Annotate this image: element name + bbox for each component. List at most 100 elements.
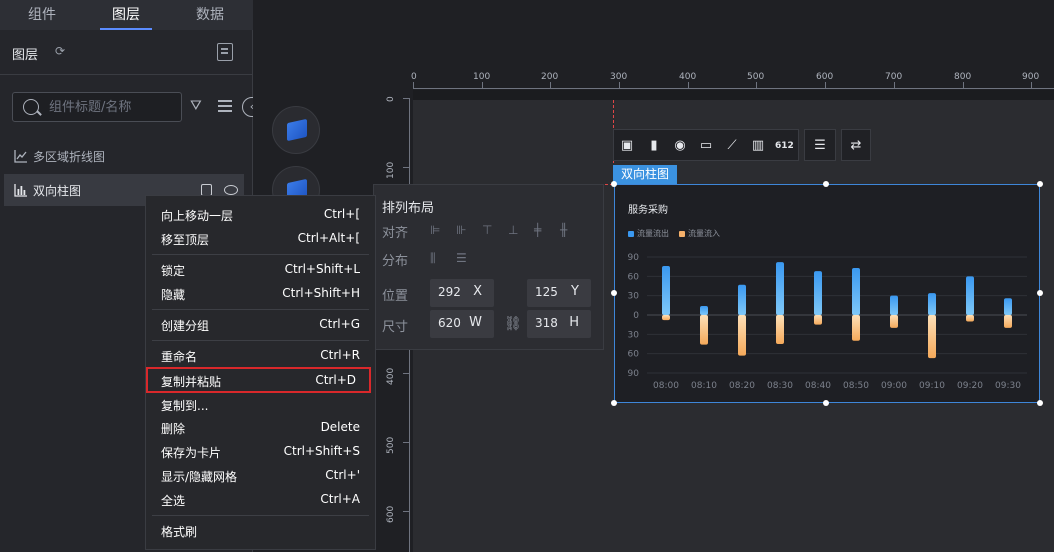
y-tick-label: 0 <box>633 311 639 321</box>
size-width-input[interactable]: 620 W <box>430 310 494 338</box>
line-chart-icon <box>14 149 28 163</box>
x-tick-label: 08:30 <box>767 381 793 391</box>
menu-item-duplicate[interactable]: 复制并粘贴 Ctrl+D <box>146 367 371 393</box>
ruler-top-tick <box>756 82 757 88</box>
resize-handle[interactable] <box>1037 400 1043 406</box>
database-button[interactable]: ☰ <box>804 129 836 161</box>
menu-item-lock[interactable]: 锁定 Ctrl+Shift+L <box>146 258 375 280</box>
resize-handle[interactable] <box>1037 290 1043 296</box>
menu-divider <box>152 515 369 516</box>
ruler-top-tick-label: 800 <box>954 72 972 82</box>
size-height-input[interactable]: 318 H <box>527 310 591 338</box>
x-tick-label: 08:40 <box>805 381 831 391</box>
menu-item-create-group[interactable]: 创建分组 Ctrl+G <box>146 313 375 335</box>
menu-item-delete[interactable]: 删除 Delete <box>146 416 375 438</box>
bar-in <box>852 315 860 341</box>
resize-handle[interactable] <box>611 400 617 406</box>
resize-handle[interactable] <box>823 400 829 406</box>
ruler-top-tick-label: 600 <box>816 72 834 82</box>
ruler-left-tick <box>403 167 409 168</box>
ruler-top-tick-label: 100 <box>473 72 491 82</box>
search-icon <box>23 99 39 115</box>
interaction-button[interactable]: ⇄ <box>841 129 871 161</box>
message-icon[interactable]: ▭ <box>697 138 715 154</box>
layer-header: 图层 ⟳ <box>0 30 253 75</box>
bar-chart-icon[interactable]: ▮ <box>645 138 663 154</box>
search-box <box>12 92 182 122</box>
ruler-top-tick <box>963 82 964 88</box>
align-right-icon[interactable]: ⊪ <box>456 224 468 236</box>
layer-item-line-chart[interactable]: 多区域折线图 <box>4 140 244 172</box>
x-tick-label: 08:20 <box>729 381 755 391</box>
column-chart-icon[interactable]: ▥ <box>749 138 767 154</box>
bar-in <box>662 315 670 321</box>
ruler-top-tick <box>1031 82 1032 88</box>
filter-icon[interactable]: ⛛ <box>190 99 204 113</box>
menu-item-move-up[interactable]: 向上移动一层 Ctrl+[ <box>146 203 375 225</box>
menu-item-save-as-card[interactable]: 保存为卡片 Ctrl+Shift+S <box>146 440 375 462</box>
menu-item-bring-to-front[interactable]: 移至顶层 Ctrl+Alt+[ <box>146 227 375 249</box>
menu-item-hide[interactable]: 隐藏 Ctrl+Shift+H <box>146 282 375 304</box>
menu-item-format-painter[interactable]: 格式刷 <box>146 519 375 541</box>
resize-handle[interactable] <box>611 290 617 296</box>
ruler-top-tick <box>413 82 414 88</box>
component-tag: 双向柱图 <box>613 165 677 184</box>
ruler-left-tick <box>403 98 409 99</box>
ruler-top-tick-label: 700 <box>885 72 903 82</box>
image-icon[interactable]: ▣ <box>618 138 636 154</box>
ruler-left-tick-label: 600 <box>386 505 396 523</box>
menu-item-toggle-grid[interactable]: 显示/隐藏网格 Ctrl+' <box>146 464 375 486</box>
panel-tabs: 组件 图层 数据 <box>0 0 253 30</box>
resize-handle[interactable] <box>823 181 829 187</box>
list-icon[interactable] <box>218 100 232 112</box>
link-icon[interactable]: ⛓ <box>504 316 522 332</box>
position-x-input[interactable]: 292 X <box>430 279 494 307</box>
distribute-horizontal-icon[interactable]: ⫼ <box>430 252 442 264</box>
y-tick-label: 30 <box>628 330 640 340</box>
refresh-icon[interactable]: ⟳ <box>55 44 69 58</box>
align-left-icon[interactable]: ⊫ <box>430 224 442 236</box>
tab-layers[interactable]: 图层 <box>84 0 168 30</box>
menu-item-rename[interactable]: 重命名 Ctrl+R <box>146 344 375 366</box>
bar-chart-widget[interactable]: 服务采购 流量流出 流量流入 90 60 30 0 30 60 90 08:00 08:10 08… <box>614 184 1040 403</box>
ruler-left-tick <box>403 442 409 443</box>
y-tick-label: 60 <box>628 350 640 360</box>
layer-item-label: 多区域折线图 <box>33 150 106 164</box>
bar-out <box>738 284 746 315</box>
ruler-left-tick <box>403 373 409 374</box>
bar-in <box>1004 315 1012 328</box>
x-tick-label: 08:10 <box>691 381 717 391</box>
search-input[interactable] <box>49 93 179 121</box>
y-tick-label: 90 <box>628 253 640 263</box>
note-icon[interactable] <box>217 43 233 61</box>
menu-divider <box>152 254 369 255</box>
x-tick-label: 08:00 <box>653 381 679 391</box>
ruler-top-tick <box>482 82 483 88</box>
number-icon[interactable]: 612 <box>775 138 794 154</box>
align-center-icon[interactable]: ╫ <box>560 224 572 236</box>
x-tick-label: 08:50 <box>843 381 869 391</box>
scatter-chart-icon[interactable]: ⟋ <box>723 138 741 154</box>
distribute-vertical-icon[interactable]: ☰ <box>456 252 468 264</box>
tab-components[interactable]: 组件 <box>0 0 84 30</box>
menu-item-copy-to[interactable]: 复制到... <box>146 393 375 415</box>
bar-chart-icon <box>14 183 28 197</box>
bar-in <box>738 315 746 356</box>
align-top-icon[interactable]: ⊤ <box>482 224 494 236</box>
ruler-top-tick-label: 0 <box>411 72 417 82</box>
database-icon: ☰ <box>814 138 826 153</box>
align-bottom-icon[interactable]: ⊥ <box>508 224 520 236</box>
position-y-input[interactable]: 125 Y <box>527 279 591 307</box>
target-icon[interactable]: ◉ <box>671 138 689 154</box>
context-menu: 向上移动一层 Ctrl+[ 移至顶层 Ctrl+Alt+[ 锁定 Ctrl+Shift… <box>145 195 376 550</box>
x-tick-label: 09:30 <box>995 381 1021 391</box>
ruler-top-tick <box>825 82 826 88</box>
eye-icon[interactable] <box>224 185 238 195</box>
align-middle-icon[interactable]: ╪ <box>534 224 546 236</box>
tab-data[interactable]: 数据 <box>168 0 252 30</box>
resize-handle[interactable] <box>1037 181 1043 187</box>
resize-handle[interactable] <box>611 181 617 187</box>
tool-button-3d[interactable] <box>272 106 320 154</box>
menu-item-select-all[interactable]: 全选 Ctrl+A <box>146 488 375 510</box>
ruler-top-tick-label: 500 <box>747 72 765 82</box>
